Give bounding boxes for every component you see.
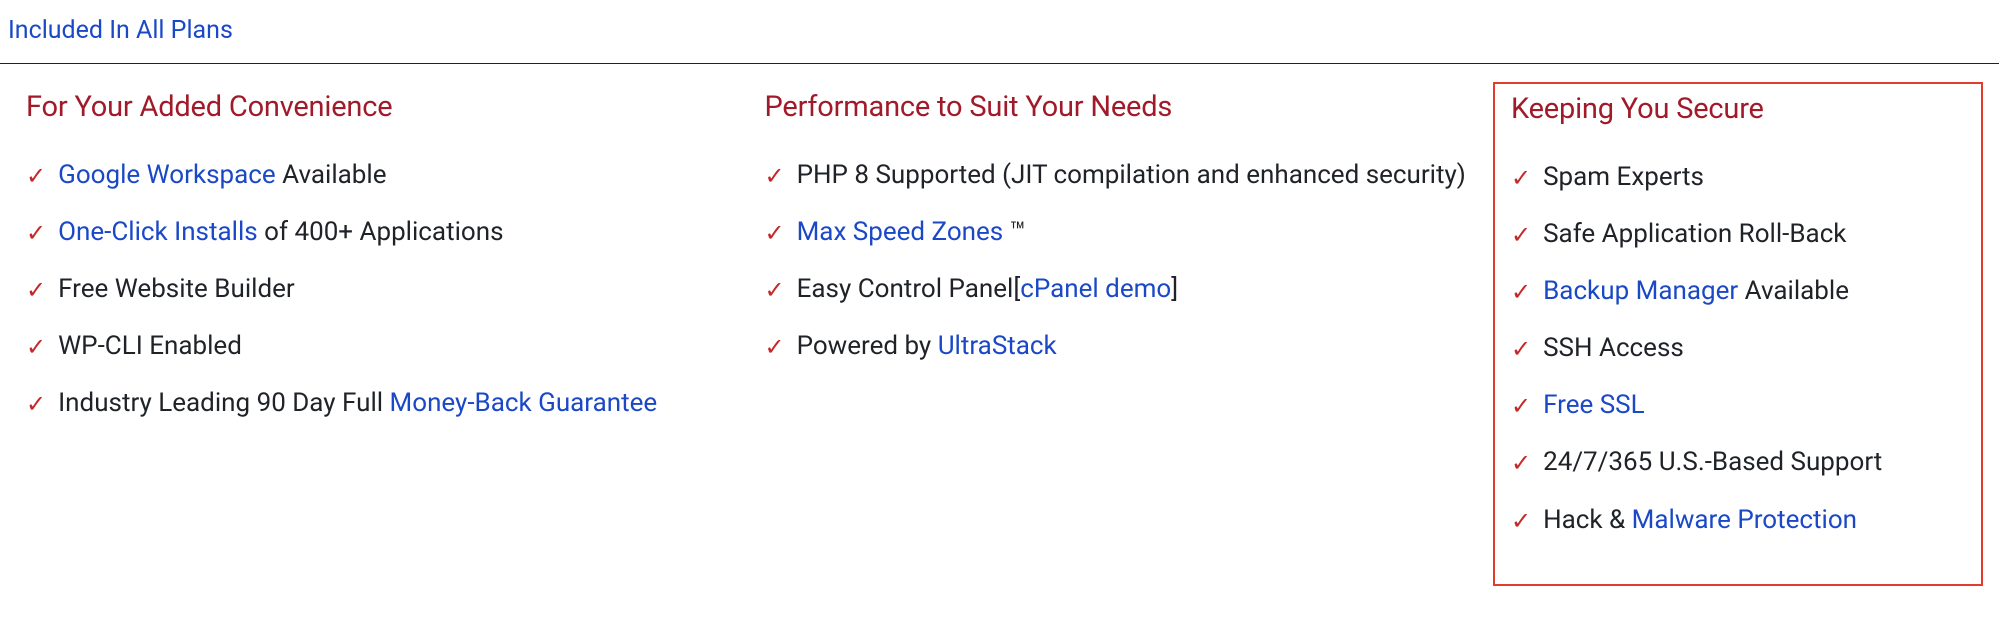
feature-item: ✓ Easy Control Panel[cPanel demo] xyxy=(765,272,1470,307)
feature-item: ✓ Powered by UltraStack xyxy=(765,329,1470,364)
feature-link[interactable]: Max Speed Zones xyxy=(797,217,1004,247)
feature-item: ✓ Max Speed Zones ™ xyxy=(765,215,1470,250)
feature-column: Performance to Suit Your Needs ✓ PHP 8 Sup… xyxy=(755,82,1494,402)
feature-link[interactable]: cPanel demo xyxy=(1020,274,1171,304)
feature-text-part: Available xyxy=(276,160,387,190)
feature-text: Max Speed Zones ™ xyxy=(797,215,1469,250)
column-title: Performance to Suit Your Needs xyxy=(765,90,1470,124)
feature-column: Keeping You Secure ✓ Spam Experts ✓ Safe App… xyxy=(1493,82,1983,586)
feature-text: Easy Control Panel[cPanel demo] xyxy=(797,272,1469,307)
feature-text-part: Industry Leading 90 Day Full xyxy=(58,388,389,418)
feature-text-part: Hack & xyxy=(1543,505,1632,535)
feature-text-part: 24/7/365 U.S.-Based Support xyxy=(1543,447,1882,477)
feature-text: Free Website Builder xyxy=(58,272,730,307)
check-icon: ✓ xyxy=(1511,162,1531,194)
check-icon: ✓ xyxy=(26,160,46,192)
feature-item: ✓ Safe Application Roll-Back xyxy=(1511,217,1957,252)
feature-column: For Your Added Convenience ✓ Google Worksp… xyxy=(16,82,755,459)
feature-text: PHP 8 Supported (JIT compilation and enh… xyxy=(797,158,1469,193)
feature-text-part: Spam Experts xyxy=(1543,162,1704,192)
check-icon: ✓ xyxy=(1511,447,1531,479)
feature-text: Hack & Malware Protection xyxy=(1543,503,1957,538)
feature-text-part: Easy Control Panel[ xyxy=(797,274,1021,304)
feature-link[interactable]: One-Click Installs xyxy=(58,217,258,247)
feature-link[interactable]: Backup Manager xyxy=(1543,276,1738,306)
feature-item: ✓ PHP 8 Supported (JIT compilation and en… xyxy=(765,158,1470,193)
check-icon: ✓ xyxy=(26,331,46,363)
feature-text-part: Powered by xyxy=(797,331,938,361)
feature-text-part: PHP 8 Supported (JIT compilation and enh… xyxy=(797,160,1466,190)
page-title: Included In All Plans xyxy=(0,0,1999,63)
feature-item: ✓ Backup Manager Available xyxy=(1511,274,1957,309)
feature-text-part: WP-CLI Enabled xyxy=(58,331,242,361)
check-icon: ✓ xyxy=(1511,276,1531,308)
check-icon: ✓ xyxy=(765,217,785,249)
feature-text: Safe Application Roll-Back xyxy=(1543,217,1957,252)
feature-text-part: of 400+ Applications xyxy=(258,217,504,247)
feature-link[interactable]: Malware Protection xyxy=(1632,505,1857,535)
feature-text: Free SSL xyxy=(1543,388,1957,423)
feature-text: Industry Leading 90 Day Full Money-Back … xyxy=(58,386,730,421)
column-title: Keeping You Secure xyxy=(1511,92,1957,126)
check-icon: ✓ xyxy=(1511,219,1531,251)
feature-link[interactable]: Money-Back Guarantee xyxy=(390,388,658,418)
check-icon: ✓ xyxy=(1511,333,1531,365)
feature-item: ✓ WP-CLI Enabled xyxy=(26,329,731,364)
feature-list: ✓ PHP 8 Supported (JIT compilation and en… xyxy=(765,158,1470,364)
feature-text-part: Free Website Builder xyxy=(58,274,295,304)
feature-list: ✓ Google Workspace Available ✓ One-Click In… xyxy=(26,158,731,421)
feature-item: ✓ Industry Leading 90 Day Full Money-Back… xyxy=(26,386,731,421)
feature-item: ✓ Spam Experts xyxy=(1511,160,1957,195)
check-icon: ✓ xyxy=(26,388,46,420)
feature-text-part: ™ xyxy=(1003,217,1026,247)
feature-columns: For Your Added Convenience ✓ Google Worksp… xyxy=(0,82,1999,616)
check-icon: ✓ xyxy=(26,217,46,249)
check-icon: ✓ xyxy=(765,274,785,306)
check-icon: ✓ xyxy=(1511,390,1531,422)
feature-link[interactable]: UltraStack xyxy=(938,331,1057,361)
feature-text: Powered by UltraStack xyxy=(797,329,1469,364)
feature-item: ✓ Free Website Builder xyxy=(26,272,731,307)
feature-text: Spam Experts xyxy=(1543,160,1957,195)
feature-item: ✓ One-Click Installs of 400+ Applications xyxy=(26,215,731,250)
feature-text: WP-CLI Enabled xyxy=(58,329,730,364)
divider xyxy=(0,63,1999,64)
check-icon: ✓ xyxy=(765,160,785,192)
feature-text-part: ] xyxy=(1171,274,1178,304)
column-title: For Your Added Convenience xyxy=(26,90,731,124)
feature-text: One-Click Installs of 400+ Applications xyxy=(58,215,730,250)
feature-text-part: SSH Access xyxy=(1543,333,1684,363)
feature-text: Google Workspace Available xyxy=(58,158,730,193)
feature-link[interactable]: Free SSL xyxy=(1543,390,1645,420)
feature-item: ✓ Free SSL xyxy=(1511,388,1957,423)
check-icon: ✓ xyxy=(1511,505,1531,537)
feature-text: SSH Access xyxy=(1543,331,1957,366)
feature-text: Backup Manager Available xyxy=(1543,274,1957,309)
feature-text-part: Safe Application Roll-Back xyxy=(1543,219,1846,249)
check-icon: ✓ xyxy=(26,274,46,306)
feature-item: ✓ SSH Access xyxy=(1511,331,1957,366)
feature-list: ✓ Spam Experts ✓ Safe Application Roll-Back… xyxy=(1511,160,1957,538)
feature-item: ✓ 24/7/365 U.S.-Based Support xyxy=(1511,445,1957,480)
feature-link[interactable]: Google Workspace xyxy=(58,160,276,190)
feature-item: ✓ Google Workspace Available xyxy=(26,158,731,193)
feature-text-part: Available xyxy=(1738,276,1849,306)
feature-text: 24/7/365 U.S.-Based Support xyxy=(1543,445,1957,480)
feature-item: ✓ Hack & Malware Protection xyxy=(1511,503,1957,538)
check-icon: ✓ xyxy=(765,331,785,363)
